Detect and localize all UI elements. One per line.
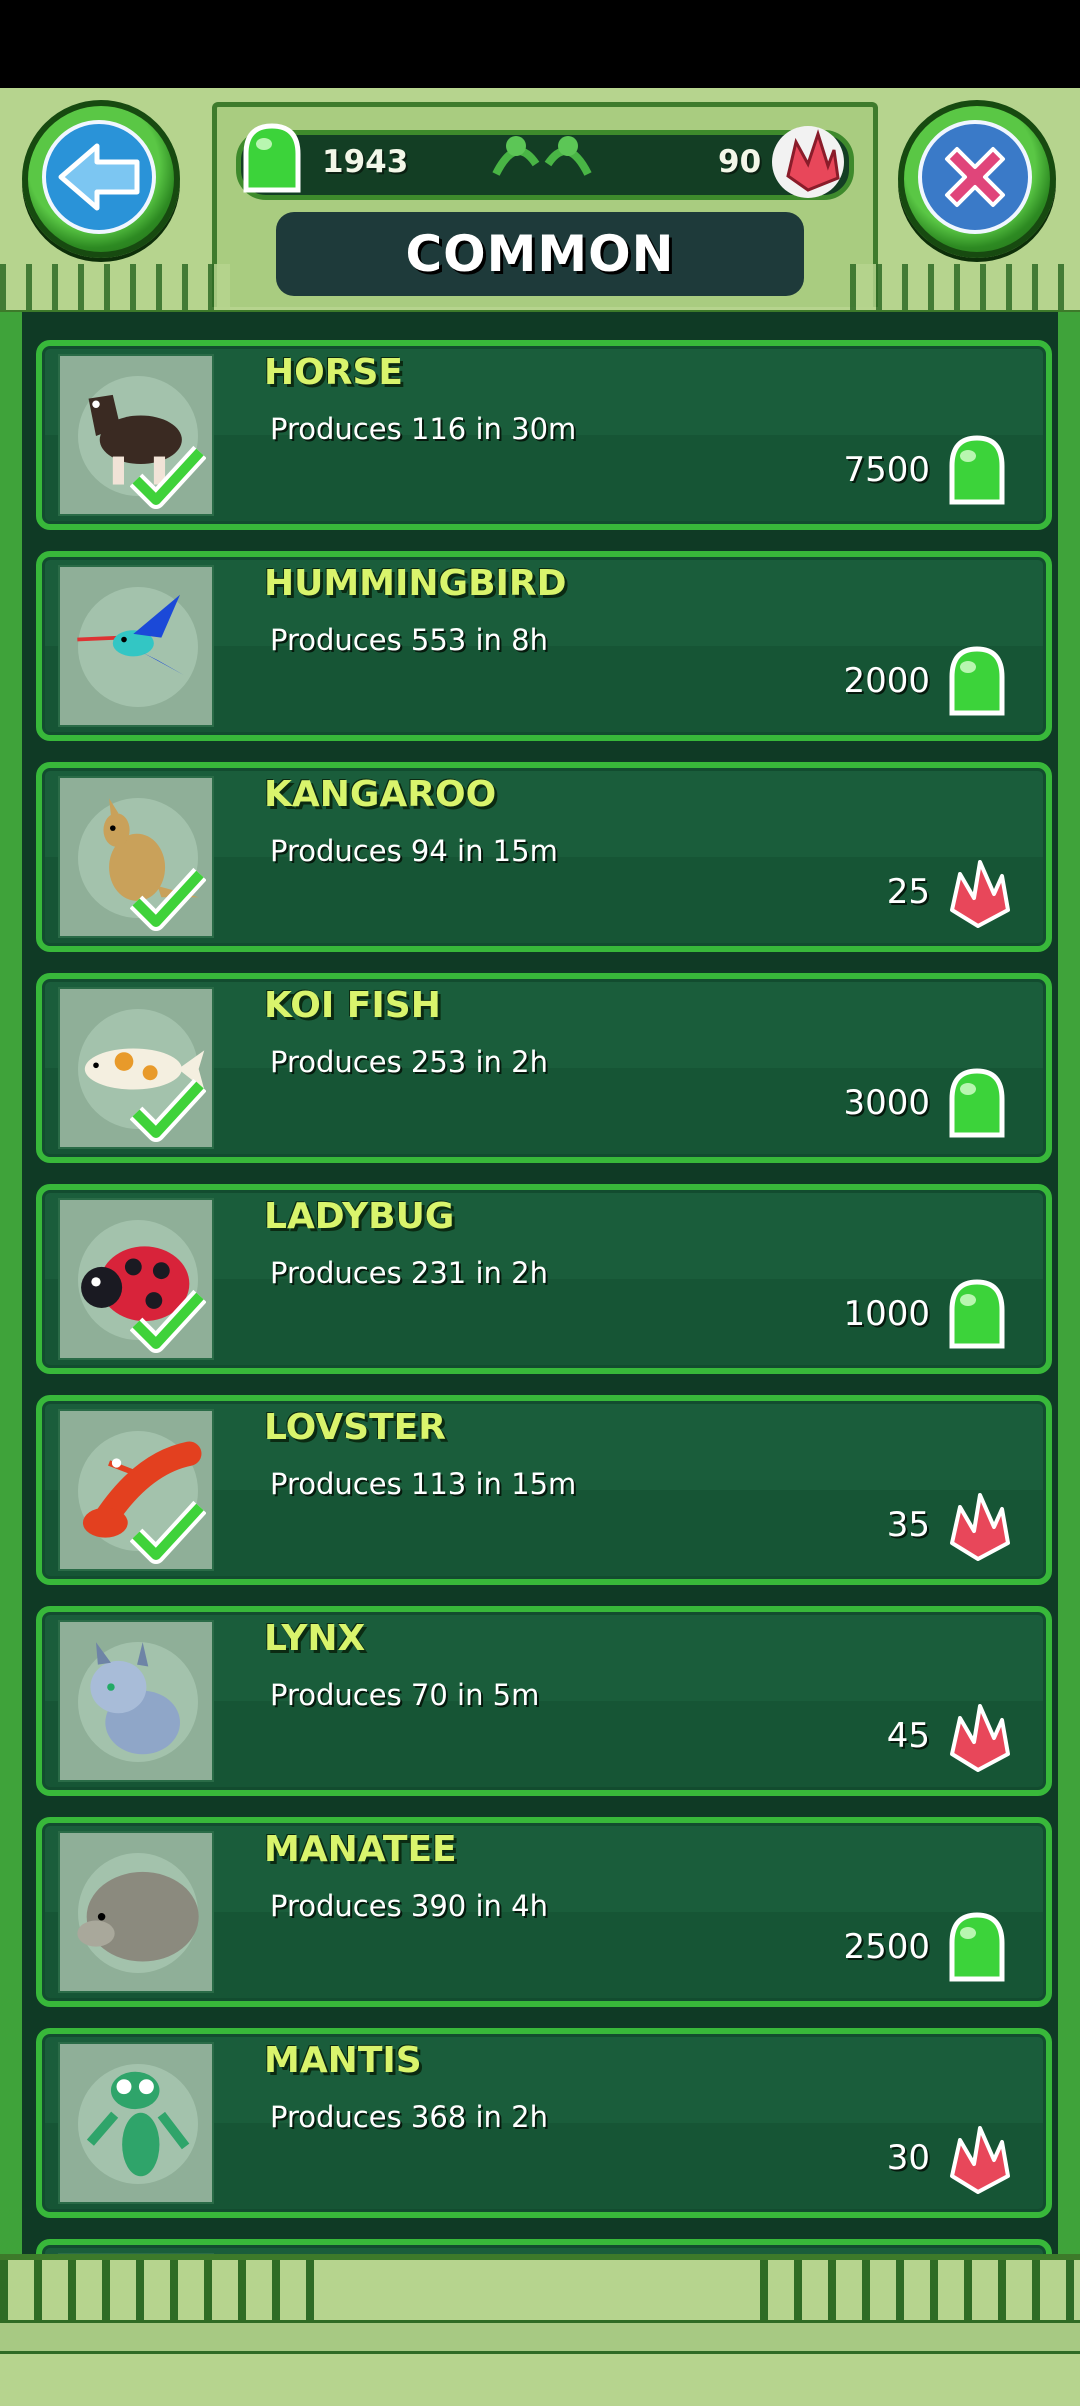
animal-name: LADYBUG [264,1196,455,1237]
owned-checkmark-icon [130,867,206,931]
green-gem-icon [949,1068,1005,1138]
red-crystal-icon [950,1493,1010,1561]
green-gem-icon [949,646,1005,716]
production-info: Produces 231 in 2h [270,1256,548,1290]
green-gem-icon [949,1279,1005,1349]
animal-name: KANGAROO [264,774,497,815]
close-button[interactable] [898,100,1056,258]
status-bar [0,0,1080,88]
production-info: Produces 113 in 15m [270,1467,577,1501]
green-gem-icon [949,1912,1005,1982]
red-crystal-icon [950,2126,1010,2194]
hummingbird-icon [77,594,184,675]
production-info: Produces 253 in 2h [270,1045,548,1079]
animal-card-manatee[interactable]: MANATEE Produces 390 in 4h 2500 [36,1817,1052,2007]
price-label: 3000 [843,1083,930,1123]
price-label: 2000 [843,661,930,701]
production-info: Produces 553 in 8h [270,623,548,657]
price-label: 30 [886,2138,930,2178]
animal-card-lynx[interactable]: LYNX Produces 70 in 5m 45 [36,1606,1052,1796]
production-info: Produces 70 in 5m [270,1678,540,1712]
animal-name: KOI FISH [264,985,441,1026]
animal-name: LOVSTER [264,1407,446,1448]
back-button[interactable] [22,100,180,258]
manatee-icon [77,1871,199,1962]
green-gem-icon [949,435,1005,505]
animal-card-mantis[interactable]: MANTIS Produces 368 in 2h 30 [36,2028,1052,2218]
fence-decoration-left [0,264,230,310]
red-crystal-icon [950,1704,1010,1772]
production-info: Produces 368 in 2h [270,2100,548,2134]
red-crystal-count: 90 [718,144,762,180]
animal-card-kangaroo[interactable]: KANGAROO Produces 94 in 15m 25 [36,762,1052,952]
price-label: 45 [886,1716,930,1756]
category-title: COMMON [276,212,804,296]
animal-thumbnail [58,565,214,727]
vine-ornament-icon [492,136,592,176]
fence-decoration-right [850,264,1080,310]
animal-card-lovster[interactable]: LOVSTER Produces 113 in 15m 35 [36,1395,1052,1585]
production-info: Produces 390 in 4h [270,1889,548,1923]
animal-name: MANTIS [264,2040,422,2081]
mantis-icon [86,2071,190,2177]
price-label: 7500 [843,450,930,490]
animal-name: HORSE [264,352,403,393]
footer-fence-left [0,2260,320,2320]
green-gem-count: 1943 [322,144,409,180]
animal-name: HUMMINGBIRD [264,563,567,604]
price-label: 35 [886,1505,930,1545]
red-crystal-icon [772,126,844,198]
lynx-icon [90,1642,180,1755]
production-info: Produces 116 in 30m [270,412,577,446]
price-label: 25 [886,872,930,912]
red-crystal-icon [950,860,1010,928]
animal-name: LYNX [264,1618,366,1659]
bottom-fence-decoration [0,2254,1080,2406]
animal-list[interactable]: HORSE Produces 116 in 30m 7500 HUMMINGBIRD P… [0,312,1080,2400]
animal-card-koi-fish[interactable]: KOI FISH Produces 253 in 2h 3000 [36,973,1052,1163]
animal-card-ladybug[interactable]: LADYBUG Produces 231 in 2h 1000 [36,1184,1052,1374]
footer-band [0,2320,1080,2354]
owned-checkmark-icon [130,1289,206,1353]
green-gem-icon [243,123,301,193]
back-arrow-icon [58,143,140,211]
animal-thumbnail [58,1620,214,1782]
footer-fence-right [760,2260,1080,2320]
animal-name: MANATEE [264,1829,457,1870]
price-label: 1000 [843,1294,930,1334]
close-x-icon [945,147,1005,207]
owned-checkmark-icon [130,1500,206,1564]
owned-checkmark-icon [130,445,206,509]
animal-thumbnail [58,2042,214,2204]
owned-checkmark-icon [130,1078,206,1142]
animal-card-horse[interactable]: HORSE Produces 116 in 30m 7500 [36,340,1052,530]
animal-thumbnail [58,1831,214,1993]
price-label: 2500 [843,1927,930,1967]
production-info: Produces 94 in 15m [270,834,558,868]
animal-card-hummingbird[interactable]: HUMMINGBIRD Produces 553 in 8h 2000 [36,551,1052,741]
